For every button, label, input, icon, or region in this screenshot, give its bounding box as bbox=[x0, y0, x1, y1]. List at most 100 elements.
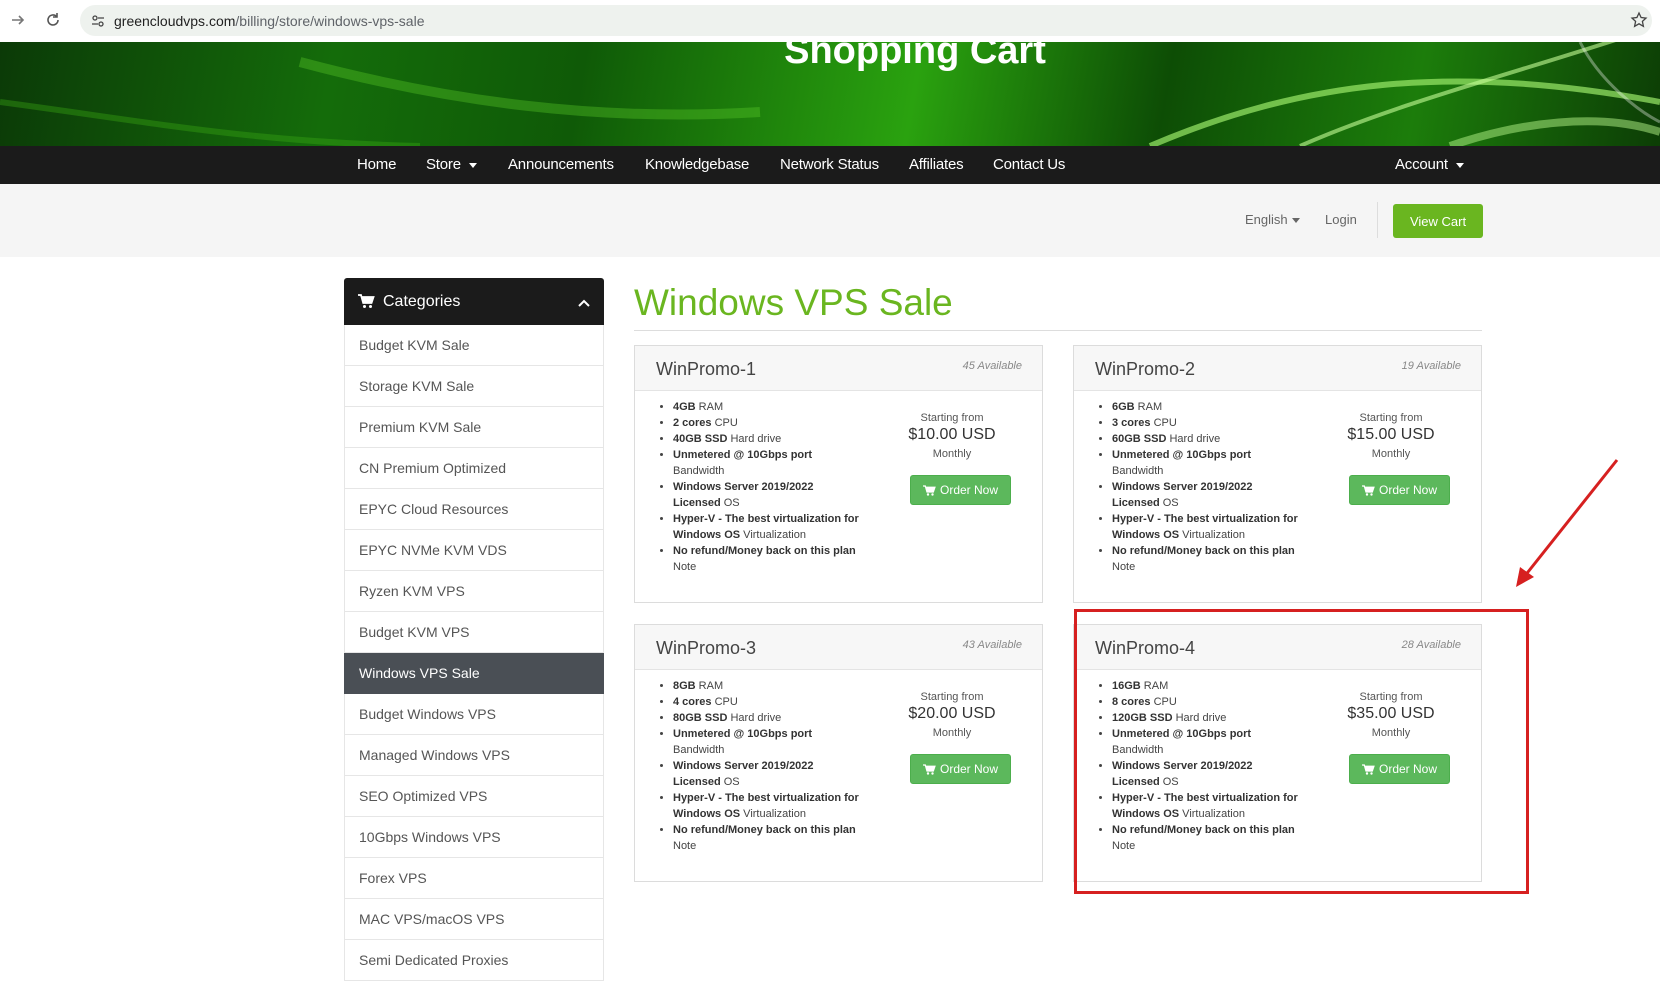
feature-item: Windows Server 2019/2022 Licensed OS bbox=[673, 758, 863, 790]
site-info-icon[interactable] bbox=[90, 13, 106, 29]
sidebar-item-premium-kvm-sale[interactable]: Premium KVM Sale bbox=[344, 407, 604, 448]
feature-item: Unmetered @ 10Gbps port Bandwidth bbox=[673, 447, 863, 479]
feature-list: 6GB RAM 3 cores CPU 60GB SSD Hard drive … bbox=[1112, 399, 1302, 575]
sidebar-item-managed-windows-vps[interactable]: Managed Windows VPS bbox=[344, 735, 604, 776]
order-now-button[interactable]: Order Now bbox=[910, 754, 1011, 784]
feature-list: 4GB RAM 2 cores CPU 40GB SSD Hard drive … bbox=[673, 399, 863, 575]
divider bbox=[1377, 202, 1378, 238]
feature-item: Hyper-V - The best virtualization for Wi… bbox=[1112, 511, 1302, 543]
order-now-label: Order Now bbox=[939, 483, 998, 497]
chevron-up-icon[interactable] bbox=[578, 294, 590, 312]
feature-item: No refund/Money back on this plan Note bbox=[1112, 543, 1302, 575]
product-name: WinPromo-3 bbox=[656, 638, 757, 658]
cart-icon bbox=[358, 294, 375, 309]
product-name: WinPromo-2 bbox=[1095, 359, 1196, 379]
nav-store-label: Store bbox=[426, 156, 461, 173]
billing-cycle: Monthly bbox=[932, 727, 972, 739]
feature-item: Windows Server 2019/2022 Licensed OS bbox=[673, 479, 863, 511]
url-host: greencloudvps.com bbox=[114, 12, 236, 29]
sidebar-item-10gbps-windows-vps[interactable]: 10Gbps Windows VPS bbox=[344, 817, 604, 858]
bookmark-star-icon[interactable] bbox=[1630, 11, 1648, 34]
red-arrow-annotation bbox=[1516, 459, 1619, 587]
view-cart-button[interactable]: View Cart bbox=[1393, 204, 1483, 238]
title-divider bbox=[634, 330, 1482, 331]
product-name: WinPromo-1 bbox=[656, 359, 757, 379]
sidebar-item-epyc-cloud-resources[interactable]: EPYC Cloud Resources bbox=[344, 489, 604, 530]
feature-item: 3 cores CPU bbox=[1112, 415, 1302, 431]
sub-header: English Login View Cart bbox=[0, 184, 1660, 257]
billing-cycle: Monthly bbox=[1371, 448, 1411, 460]
sidebar-item-budget-kvm-vps[interactable]: Budget KVM VPS bbox=[344, 612, 604, 653]
availability-label: 19 Available bbox=[1401, 360, 1461, 372]
cart-icon bbox=[922, 484, 936, 496]
product-card-winpromo-1: WinPromo-1 45 Available 4GB RAM 2 cores … bbox=[634, 345, 1043, 603]
nav-account[interactable]: Account bbox=[1395, 156, 1464, 173]
price-box: Starting from $15.00 USD Monthly bbox=[1336, 412, 1446, 460]
feature-item: 80GB SSD Hard drive bbox=[673, 710, 863, 726]
feature-item: Unmetered @ 10Gbps port Bandwidth bbox=[1112, 447, 1302, 479]
product-header: WinPromo-2 19 Available bbox=[1074, 346, 1481, 391]
price: $20.00 USD bbox=[908, 705, 996, 722]
nav-network-status[interactable]: Network Status bbox=[780, 156, 879, 173]
nav-contact-us[interactable]: Contact Us bbox=[993, 156, 1065, 173]
product-header: WinPromo-1 45 Available bbox=[635, 346, 1042, 391]
price: $10.00 USD bbox=[908, 426, 996, 443]
feature-item: 4GB RAM bbox=[673, 399, 863, 415]
feature-item: Windows Server 2019/2022 Licensed OS bbox=[1112, 479, 1302, 511]
main-navigation: Home Store Announcements Knowledgebase N… bbox=[0, 146, 1660, 184]
sidebar-item-forex-vps[interactable]: Forex VPS bbox=[344, 858, 604, 899]
sidebar-item-budget-kvm-sale[interactable]: Budget KVM Sale bbox=[344, 325, 604, 366]
feature-item: Hyper-V - The best virtualization for Wi… bbox=[673, 511, 863, 543]
categories-sidebar: Categories Budget KVM Sale Storage KVM S… bbox=[344, 278, 604, 981]
nav-knowledgebase[interactable]: Knowledgebase bbox=[645, 156, 749, 173]
feature-item: 60GB SSD Hard drive bbox=[1112, 431, 1302, 447]
reload-icon[interactable] bbox=[44, 11, 62, 29]
caret-down-icon bbox=[1291, 218, 1300, 224]
feature-list: 8GB RAM 4 cores CPU 80GB SSD Hard drive … bbox=[673, 678, 863, 854]
starting-from-label: Starting from bbox=[920, 412, 984, 424]
feature-item: No refund/Money back on this plan Note bbox=[673, 543, 863, 575]
nav-announcements[interactable]: Announcements bbox=[508, 156, 614, 173]
order-now-button[interactable]: Order Now bbox=[1349, 475, 1450, 505]
language-label: English bbox=[1245, 212, 1288, 227]
forward-icon[interactable] bbox=[9, 11, 27, 29]
sidebar-item-budget-windows-vps[interactable]: Budget Windows VPS bbox=[344, 694, 604, 735]
page-title: Windows VPS Sale bbox=[634, 282, 953, 323]
sidebar-item-ryzen-kvm-vps[interactable]: Ryzen KVM VPS bbox=[344, 571, 604, 612]
login-link[interactable]: Login bbox=[1325, 212, 1357, 227]
url-path: /billing/store/windows-vps-sale bbox=[235, 12, 425, 29]
caret-down-icon bbox=[1455, 162, 1464, 168]
categories-header[interactable]: Categories bbox=[344, 278, 604, 325]
nav-affiliates[interactable]: Affiliates bbox=[909, 156, 964, 173]
starting-from-label: Starting from bbox=[920, 691, 984, 703]
hero-banner: Shopping Cart bbox=[0, 42, 1660, 146]
sidebar-item-epyc-nvme-kvm-vds[interactable]: EPYC NVMe KVM VDS bbox=[344, 530, 604, 571]
availability-label: 45 Available bbox=[962, 360, 1022, 372]
caret-down-icon bbox=[468, 162, 477, 168]
feature-item: 8GB RAM bbox=[673, 678, 863, 694]
language-selector[interactable]: English bbox=[1245, 212, 1300, 227]
sidebar-item-cn-premium-optimized[interactable]: CN Premium Optimized bbox=[344, 448, 604, 489]
sidebar-item-mac-vps[interactable]: MAC VPS/macOS VPS bbox=[344, 899, 604, 940]
browser-toolbar: greencloudvps.com/billing/store/windows-… bbox=[0, 0, 1660, 42]
nav-home[interactable]: Home bbox=[357, 156, 396, 173]
feature-item: 40GB SSD Hard drive bbox=[673, 431, 863, 447]
price-box: Starting from $20.00 USD Monthly bbox=[897, 691, 1007, 739]
sidebar-item-windows-vps-sale[interactable]: Windows VPS Sale bbox=[344, 653, 604, 694]
order-now-label: Order Now bbox=[939, 762, 998, 776]
price: $15.00 USD bbox=[1347, 426, 1435, 443]
nav-store[interactable]: Store bbox=[426, 156, 477, 173]
sidebar-item-semi-dedicated-proxies[interactable]: Semi Dedicated Proxies bbox=[344, 940, 604, 981]
product-header: WinPromo-3 43 Available bbox=[635, 625, 1042, 670]
sidebar-item-storage-kvm-sale[interactable]: Storage KVM Sale bbox=[344, 366, 604, 407]
sidebar-item-seo-optimized-vps[interactable]: SEO Optimized VPS bbox=[344, 776, 604, 817]
address-bar[interactable]: greencloudvps.com/billing/store/windows-… bbox=[80, 5, 1652, 36]
availability-label: 43 Available bbox=[962, 639, 1022, 651]
feature-item: No refund/Money back on this plan Note bbox=[673, 822, 863, 854]
url-text: greencloudvps.com/billing/store/windows-… bbox=[114, 13, 424, 29]
starting-from-label: Starting from bbox=[1359, 412, 1423, 424]
product-card-winpromo-2: WinPromo-2 19 Available 6GB RAM 3 cores … bbox=[1073, 345, 1482, 603]
order-now-button[interactable]: Order Now bbox=[910, 475, 1011, 505]
categories-title: Categories bbox=[383, 292, 461, 310]
feature-item: 4 cores CPU bbox=[673, 694, 863, 710]
